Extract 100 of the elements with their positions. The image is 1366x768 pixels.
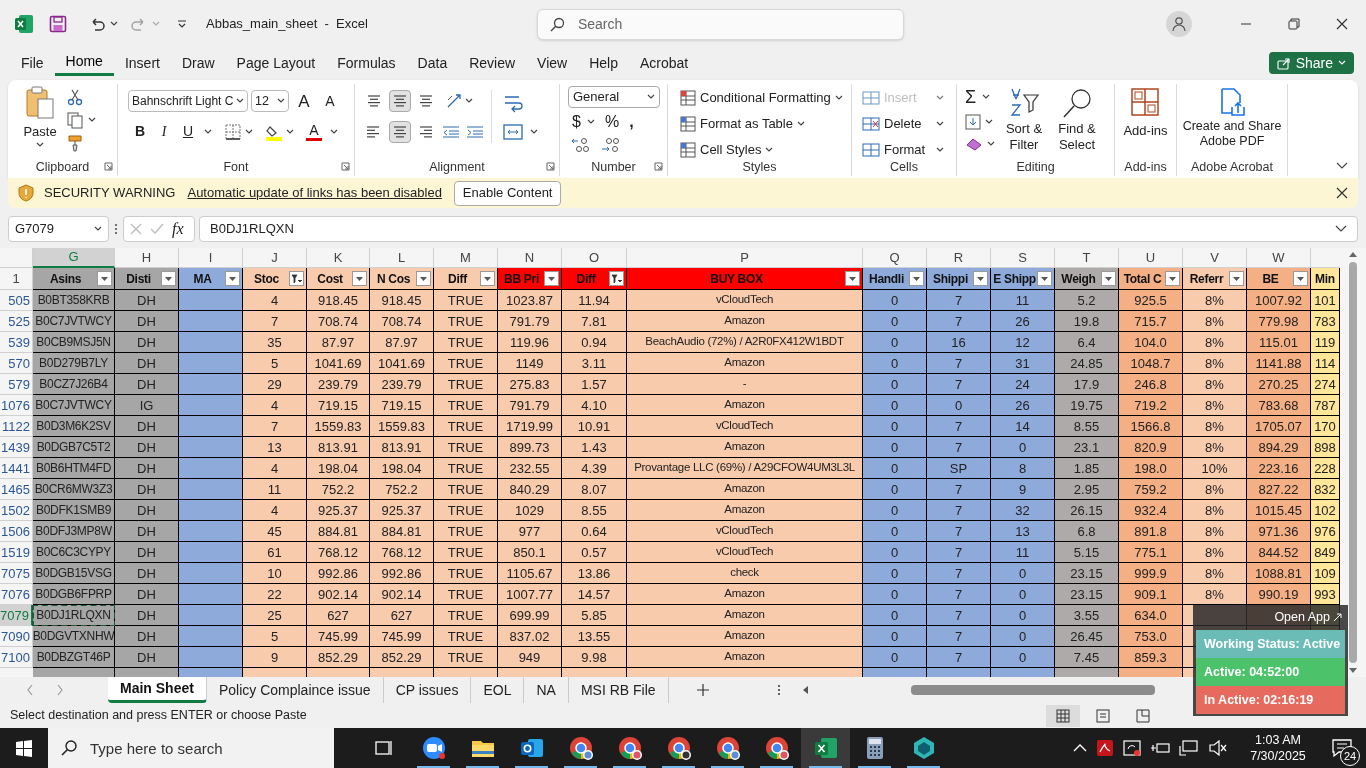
currency-button[interactable]: $	[572, 111, 595, 133]
column-header: Asins	[49, 270, 82, 288]
table-cell: 932.4	[1119, 500, 1183, 521]
row-number[interactable]: 1502	[0, 500, 33, 521]
menu-tab[interactable]: Page Layout	[225, 50, 327, 76]
table-cell: B0DGB7C5T2	[33, 437, 115, 458]
font-name-dropdown[interactable]: Bahnschrift Light C	[128, 90, 248, 112]
table-cell: 8.55	[562, 500, 627, 521]
menu-tab[interactable]: View	[526, 50, 579, 76]
enable-content-button[interactable]: Enable Content	[453, 180, 562, 206]
insert-function-button[interactable]: fx	[172, 217, 184, 241]
percent-button[interactable]: %	[604, 111, 620, 133]
group-label: Editing	[1015, 159, 1056, 176]
menu-tab[interactable]: Acrobat	[628, 50, 700, 76]
table-cell: 791.79	[498, 311, 562, 332]
table-cell: DH	[115, 563, 179, 584]
warning-link[interactable]: Automatic update of links has been disabled	[187, 183, 442, 203]
menu-tab[interactable]: Draw	[170, 50, 226, 76]
sheet-tab[interactable]: Main Sheet	[108, 677, 207, 703]
column-header: BUY BOX	[710, 270, 763, 288]
row-number[interactable]: 1439	[0, 437, 33, 458]
menu-tab[interactable]: Help	[578, 50, 629, 76]
table-cell: 699.99	[498, 605, 562, 626]
column-letter[interactable]: G	[33, 248, 115, 268]
taskbar-search-field[interactable]: Type here to search	[48, 728, 334, 768]
row-number[interactable]: 7090	[0, 626, 33, 647]
share-button[interactable]: Share	[1268, 52, 1354, 74]
row-number[interactable]: 1506	[0, 521, 33, 542]
name-box[interactable]: G7079	[8, 216, 109, 242]
table-cell: B0DBZGT46P	[33, 647, 115, 668]
bold-button[interactable]: B	[132, 121, 148, 142]
row-number[interactable]: 7079	[0, 605, 33, 626]
row-number[interactable]: 7076	[0, 584, 33, 605]
autosum-button[interactable]: Σ	[965, 87, 995, 107]
row-number[interactable]: 579	[0, 374, 33, 395]
group-label: Styles	[741, 159, 778, 176]
row-number[interactable]: 505	[0, 290, 33, 311]
ribbon-button[interactable]: Delete	[862, 113, 944, 134]
comma-style-button[interactable]: ,	[629, 111, 634, 133]
table-cell: Amazon	[627, 395, 863, 416]
table-cell: SP	[927, 458, 991, 479]
table-cell: 7.81	[562, 311, 627, 332]
ribbon-button[interactable]: Format as Table	[680, 113, 851, 134]
row-number[interactable]: 1076	[0, 395, 33, 416]
font-size-dropdown[interactable]: 12	[251, 90, 289, 112]
menu-tab[interactable]: File	[10, 50, 55, 76]
find-select-button[interactable]: Find & Select	[1053, 87, 1101, 153]
ribbon-button[interactable]: Cell Styles	[680, 139, 851, 160]
menu-tab[interactable]: Review	[458, 50, 527, 76]
add-ins-button[interactable]: Add-ins	[1123, 87, 1168, 141]
table-cell: B0DFJ3MP8W	[33, 521, 115, 542]
table-cell: DH	[115, 479, 179, 500]
italic-button[interactable]: I	[156, 121, 172, 142]
table-cell: 1007.77	[498, 584, 562, 605]
font-color-button[interactable]: A	[306, 122, 322, 141]
table-cell: 0	[991, 563, 1055, 584]
table-cell: 787	[1311, 395, 1340, 416]
table-cell: B0CB9MSJ5N	[33, 332, 115, 353]
table-cell: 8	[991, 458, 1055, 479]
create-pdf-button[interactable]: Create and Share Adobe PDF	[1178, 87, 1286, 149]
search-field[interactable]: Search	[536, 8, 904, 40]
table-cell: 909.1	[1119, 584, 1183, 605]
table-cell: 899.73	[498, 437, 562, 458]
row-number[interactable]: 7100	[0, 647, 33, 668]
table-cell: TRUE	[434, 311, 498, 332]
clock[interactable]: 1:03 AM 7/30/2025	[1238, 732, 1318, 764]
table-cell: 0	[863, 416, 927, 437]
sort-filter-button[interactable]: Sort & Filter	[1001, 87, 1047, 153]
table-cell: 1029	[498, 500, 562, 521]
grow-font-button[interactable]: A	[292, 92, 316, 110]
row-number[interactable]: 1122	[0, 416, 33, 437]
group-label: Add-ins	[1123, 159, 1168, 176]
menu-tab[interactable]: Formulas	[326, 50, 407, 76]
row-number[interactable]: 1465	[0, 479, 33, 500]
formula-input[interactable]: B0DJ1RLQXN	[199, 216, 1358, 242]
row-number[interactable]: 1441	[0, 458, 33, 479]
menu-tab[interactable]: Home	[54, 50, 114, 76]
table-cell: 0	[863, 647, 927, 668]
row-number[interactable]: 1519	[0, 542, 33, 563]
paste-button[interactable]: Paste	[20, 86, 60, 152]
ribbon-button[interactable]: Conditional Formatting	[680, 87, 851, 108]
table-cell: 884.81	[370, 521, 434, 542]
table-cell: 45	[243, 521, 307, 542]
table-cell: 8%	[1183, 500, 1247, 521]
table-cell: 891.8	[1119, 521, 1183, 542]
row-number[interactable]: 7075	[0, 563, 33, 584]
menu-tab[interactable]: Insert	[113, 50, 171, 76]
menu-tab[interactable]: Data	[406, 50, 459, 76]
open-app-link[interactable]: Open App	[1274, 607, 1342, 627]
table-cell: 19.75	[1055, 395, 1119, 416]
table-cell: 31	[991, 353, 1055, 374]
shrink-font-button[interactable]: A	[319, 94, 341, 108]
row-number[interactable]: 539	[0, 332, 33, 353]
underline-button[interactable]: U	[180, 121, 196, 142]
row-number[interactable]: 525	[0, 311, 33, 332]
table-cell: 925.37	[307, 500, 370, 521]
ribbon-button[interactable]: Format	[862, 139, 944, 160]
number-format-dropdown[interactable]: General	[568, 86, 660, 108]
row-number[interactable]: 1	[0, 268, 33, 290]
row-number[interactable]: 570	[0, 353, 33, 374]
